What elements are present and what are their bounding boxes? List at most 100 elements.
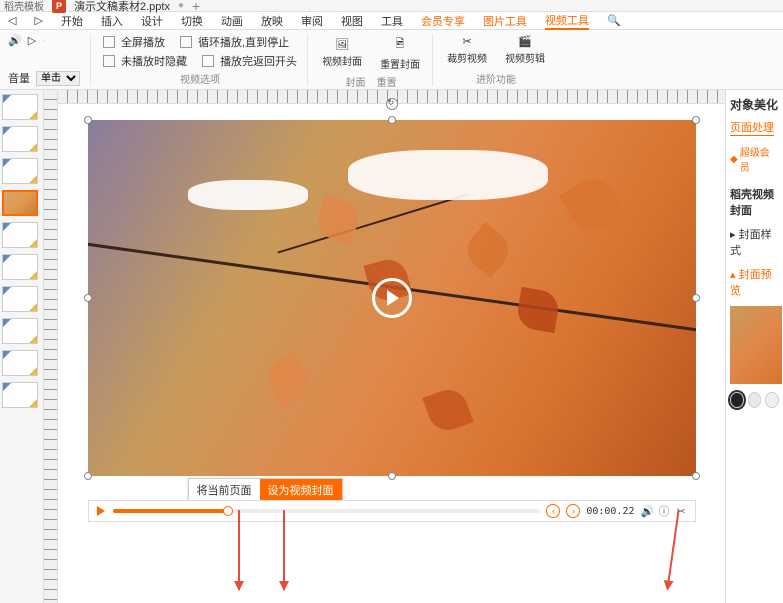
resize-handle-bm[interactable]: [388, 472, 396, 480]
rewind-label: 播放完返回开头: [220, 53, 297, 69]
thumb-5[interactable]: [2, 222, 38, 248]
compress-video-button[interactable]: 🎬 视频剪辑: [503, 34, 547, 66]
resize-handle-ml[interactable]: [84, 294, 92, 302]
play-mode-select[interactable]: 单击: [36, 71, 80, 86]
panel-title: 对象美化: [730, 96, 779, 113]
resize-handle-bl[interactable]: [84, 472, 92, 480]
slide-canvas[interactable]: 将当前页面 设为视频封面 ↖ ‹ › 00:00.22 🔊 ⓘ ✂: [88, 120, 696, 476]
thumb-8[interactable]: [2, 318, 38, 344]
cover-preview-thumb[interactable]: [730, 306, 782, 384]
progress-bar[interactable]: [113, 509, 541, 513]
titlebar: 稻壳模板 P 演示文稿素材2.pptx ● +: [0, 0, 783, 12]
vip-label: 超级会员: [740, 144, 779, 174]
slide-thumbnails[interactable]: [0, 90, 44, 603]
thumb-9[interactable]: [2, 350, 38, 376]
tab-slideshow[interactable]: 放映: [261, 13, 283, 29]
annotation-arrow-2: [283, 510, 285, 590]
tab-insert[interactable]: 插入: [101, 13, 123, 29]
thumb-3[interactable]: [2, 158, 38, 184]
cover-icon: 🖼: [335, 38, 349, 51]
group-cover: 🖼 视频封面 🖻 重置封面 封面 重置: [320, 34, 433, 86]
leaf: [558, 171, 626, 239]
resize-handle-br[interactable]: [692, 472, 700, 480]
nav-fwd-icon[interactable]: ▷: [34, 14, 42, 27]
app-icon: P: [52, 0, 66, 13]
forward-button[interactable]: ›: [566, 504, 580, 518]
dirty-indicator: ●: [178, 0, 184, 11]
new-tab-button[interactable]: +: [192, 0, 200, 14]
diamond-icon: ◆: [730, 154, 738, 165]
tab-transition[interactable]: 切换: [181, 13, 203, 29]
compress-icon: 🎬: [518, 35, 532, 48]
volume-icon[interactable]: 🔊: [8, 34, 22, 47]
video-frame[interactable]: [88, 120, 696, 476]
video-cover-label: 视频封面: [322, 53, 362, 68]
play-icon[interactable]: ▷: [28, 34, 36, 47]
player-play-button[interactable]: [95, 505, 107, 517]
vertical-ruler: [44, 90, 58, 603]
play-button[interactable]: [372, 278, 412, 318]
reset-cover-label: 重置封面: [380, 56, 420, 71]
panel-preview[interactable]: ▴ 封面预览: [730, 266, 779, 298]
annotation-arrow-1: [238, 510, 240, 590]
resize-handle-mr[interactable]: [692, 294, 700, 302]
rewind-button[interactable]: ‹: [546, 504, 560, 518]
leaf: [259, 352, 315, 408]
thumb-1[interactable]: [2, 94, 38, 120]
tab-animation[interactable]: 动画: [221, 13, 243, 29]
crop-label: 裁剪视频: [447, 50, 487, 65]
loop-checkbox[interactable]: [180, 36, 192, 48]
volume-icon[interactable]: 🔊: [641, 505, 653, 518]
fullscreen-checkbox[interactable]: [103, 36, 115, 48]
color-dot-grey2[interactable]: [765, 392, 779, 408]
hide-checkbox[interactable]: [103, 55, 115, 67]
video-cover-button[interactable]: 🖼 视频封面: [320, 37, 364, 69]
reset-cover-button[interactable]: 🖻 重置封面: [378, 34, 422, 72]
file-tab[interactable]: 演示文稿素材2.pptx: [74, 0, 170, 14]
resize-handle-tl[interactable]: [84, 116, 92, 124]
advanced-group-label: 进阶功能: [445, 71, 547, 86]
tab-tools[interactable]: 工具: [381, 13, 403, 29]
video-player-bar: ‹ › 00:00.22 🔊 ⓘ ✂: [88, 500, 696, 522]
resize-handle-tr[interactable]: [692, 116, 700, 124]
crop-video-button[interactable]: ✂ 裁剪视频: [445, 34, 489, 66]
tab-start[interactable]: 开始: [61, 13, 83, 29]
search-icon[interactable]: 🔍: [607, 14, 621, 27]
tab-review[interactable]: 审阅: [301, 13, 323, 29]
template-tab[interactable]: 稻壳模板: [4, 0, 44, 13]
tab-video-tools[interactable]: 视频工具: [545, 12, 589, 30]
thumb-4[interactable]: [2, 190, 38, 216]
hide-label: 未播放时隐藏: [121, 53, 187, 69]
thumb-2[interactable]: [2, 126, 38, 152]
vip-link[interactable]: ◆超级会员: [730, 144, 779, 174]
group-volume: 🔊 ▷ · 音量 单击: [8, 34, 91, 86]
thumb-10[interactable]: [2, 382, 38, 408]
rotate-handle[interactable]: [386, 98, 398, 110]
progress-thumb[interactable]: [223, 506, 233, 516]
panel-tab-page[interactable]: 页面处理: [730, 119, 774, 136]
thumb-7[interactable]: [2, 286, 38, 312]
snow: [348, 150, 548, 200]
rewind-checkbox[interactable]: [202, 55, 214, 67]
color-dot-black[interactable]: [730, 392, 744, 408]
capture-frame-button[interactable]: 将当前页面: [189, 479, 260, 501]
ribbon-body: 🔊 ▷ · 音量 单击 全屏播放 循环播放,直到停止 未播放时隐藏 播放完返回开…: [0, 30, 783, 90]
cover-group-label: 封面: [346, 78, 366, 89]
nav-back-icon[interactable]: ◁: [8, 14, 16, 27]
resize-handle-tm[interactable]: [388, 116, 396, 124]
set-cover-button[interactable]: 设为视频封面: [260, 479, 342, 501]
tab-design[interactable]: 设计: [141, 13, 163, 29]
compress-label: 视频剪辑: [505, 50, 545, 65]
info-icon[interactable]: ⓘ: [659, 503, 671, 519]
tab-pic-tools[interactable]: 图片工具: [483, 13, 527, 29]
tab-member[interactable]: 会员专享: [421, 13, 465, 29]
panel-section-cover: 稻壳视频封面: [730, 186, 779, 218]
tab-view[interactable]: 视图: [341, 13, 363, 29]
canvas-area: 将当前页面 设为视频封面 ↖ ‹ › 00:00.22 🔊 ⓘ ✂: [58, 90, 725, 603]
progress-fill: [113, 509, 229, 513]
color-dot-grey1[interactable]: [748, 392, 762, 408]
annotation-arrow-3: [666, 510, 679, 589]
group-advanced: ✂ 裁剪视频 🎬 视频剪辑 进阶功能: [445, 34, 557, 86]
thumb-6[interactable]: [2, 254, 38, 280]
panel-style[interactable]: ▸ 封面样式: [730, 226, 779, 258]
